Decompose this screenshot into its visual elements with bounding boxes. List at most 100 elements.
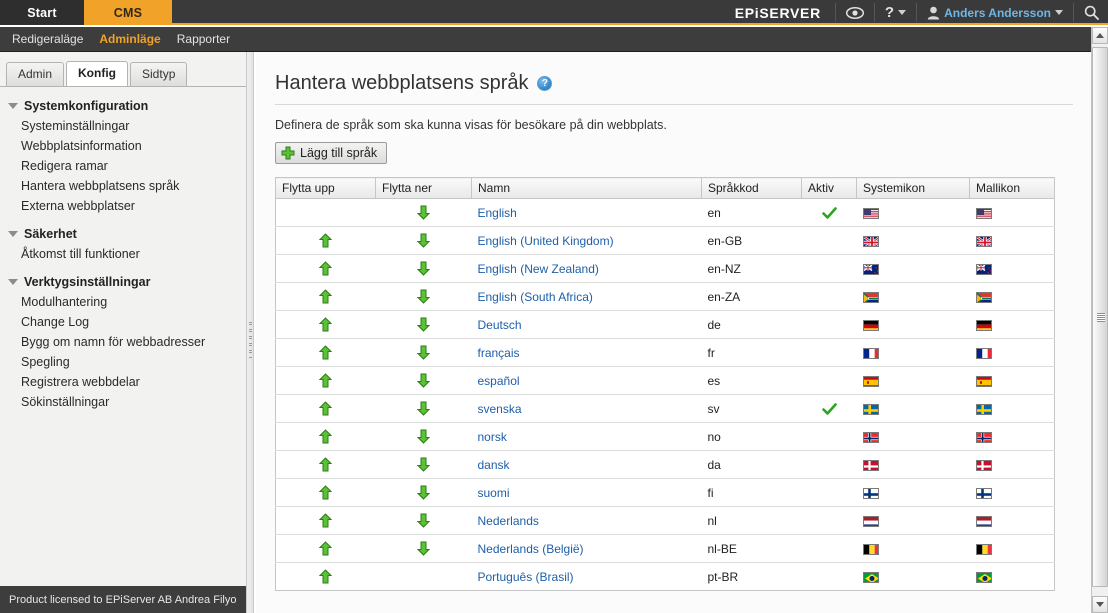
sidebar-group-sakerhet[interactable]: Säkerhet bbox=[0, 224, 246, 244]
move-down-icon[interactable] bbox=[417, 541, 430, 556]
move-down-cell[interactable] bbox=[375, 506, 472, 535]
move-up-cell[interactable] bbox=[275, 338, 376, 367]
vertical-scrollbar[interactable] bbox=[1091, 27, 1108, 613]
move-down-cell[interactable] bbox=[375, 366, 472, 395]
global-tab-start[interactable]: Start bbox=[0, 0, 84, 25]
move-down-icon[interactable] bbox=[417, 261, 430, 276]
language-link[interactable]: English (South Africa) bbox=[478, 290, 593, 304]
move-down-icon[interactable] bbox=[417, 317, 430, 332]
sidebar-item-externa-webbplatser[interactable]: Externa webbplatser bbox=[0, 196, 246, 216]
global-tab-cms[interactable]: CMS bbox=[84, 0, 172, 25]
pane-splitter[interactable] bbox=[246, 52, 254, 613]
sidebar-item-redigera-ramar[interactable]: Redigera ramar bbox=[0, 156, 246, 176]
sidebar-group-systemkonfiguration[interactable]: Systemkonfiguration bbox=[0, 96, 246, 116]
move-up-cell[interactable] bbox=[275, 366, 376, 395]
move-down-icon[interactable] bbox=[417, 233, 430, 248]
language-link[interactable]: English bbox=[478, 206, 517, 220]
menu-item-redigeralage[interactable]: Redigeraläge bbox=[4, 27, 91, 52]
sidebar-group-verktygsinstallningar[interactable]: Verktygsinställningar bbox=[0, 272, 246, 292]
sidebar-tab-konfig[interactable]: Konfig bbox=[66, 61, 129, 86]
move-down-icon[interactable] bbox=[417, 345, 430, 360]
move-up-icon[interactable] bbox=[319, 261, 333, 276]
language-link[interactable]: svenska bbox=[478, 402, 522, 416]
move-down-icon[interactable] bbox=[417, 429, 430, 444]
move-down-cell[interactable] bbox=[375, 338, 472, 367]
sidebar-item-atkomst-till-funktioner[interactable]: Åtkomst till funktioner bbox=[0, 244, 246, 264]
eye-icon-button[interactable] bbox=[837, 0, 873, 25]
help-menu-button[interactable]: ? bbox=[876, 0, 915, 25]
search-button[interactable] bbox=[1075, 0, 1108, 25]
move-down-icon[interactable] bbox=[417, 373, 430, 388]
sidebar-item-systeminstallningar[interactable]: Systeminställningar bbox=[0, 116, 246, 136]
language-link[interactable]: Nederlands (België) bbox=[478, 542, 584, 556]
move-down-icon[interactable] bbox=[417, 457, 430, 472]
move-down-cell[interactable] bbox=[375, 310, 472, 339]
move-up-icon[interactable] bbox=[319, 569, 333, 584]
move-down-cell[interactable] bbox=[375, 226, 472, 255]
move-down-cell[interactable] bbox=[375, 422, 472, 451]
sidebar-item-modulhantering[interactable]: Modulhantering bbox=[0, 292, 246, 312]
language-link[interactable]: Nederlands bbox=[478, 514, 539, 528]
move-up-cell[interactable] bbox=[275, 478, 376, 507]
move-down-icon[interactable] bbox=[417, 289, 430, 304]
move-down-icon[interactable] bbox=[417, 205, 430, 220]
sidebar-item-bygg-om-namn[interactable]: Bygg om namn för webbadresser bbox=[0, 332, 246, 352]
move-up-icon[interactable] bbox=[319, 513, 333, 528]
language-link[interactable]: English (New Zealand) bbox=[478, 262, 599, 276]
language-link[interactable]: Português (Brasil) bbox=[478, 570, 574, 584]
scroll-down-icon[interactable] bbox=[1092, 596, 1108, 613]
move-down-icon[interactable] bbox=[417, 513, 430, 528]
language-link[interactable]: norsk bbox=[478, 430, 507, 444]
move-up-cell[interactable] bbox=[275, 422, 376, 451]
sidebar-item-hantera-webbplatsens-sprak[interactable]: Hantera webbplatsens språk bbox=[0, 176, 246, 196]
move-up-icon[interactable] bbox=[319, 429, 333, 444]
move-up-cell[interactable] bbox=[275, 394, 376, 423]
sidebar-item-change-log[interactable]: Change Log bbox=[0, 312, 246, 332]
move-down-cell[interactable] bbox=[375, 198, 472, 227]
menu-item-rapporter[interactable]: Rapporter bbox=[169, 27, 238, 52]
move-up-icon[interactable] bbox=[319, 289, 333, 304]
language-link[interactable]: dansk bbox=[478, 458, 510, 472]
sidebar-item-registrera-webbdelar[interactable]: Registrera webbdelar bbox=[0, 372, 246, 392]
move-down-cell[interactable] bbox=[375, 450, 472, 479]
move-down-cell[interactable] bbox=[375, 254, 472, 283]
move-down-icon[interactable] bbox=[417, 401, 430, 416]
sidebar-tab-admin[interactable]: Admin bbox=[6, 62, 65, 86]
help-icon[interactable]: ? bbox=[537, 76, 553, 91]
move-up-icon[interactable] bbox=[319, 233, 333, 248]
scroll-up-icon[interactable] bbox=[1092, 27, 1108, 44]
move-up-cell[interactable] bbox=[275, 254, 376, 283]
language-link[interactable]: français bbox=[478, 346, 520, 360]
move-up-cell[interactable] bbox=[276, 563, 376, 591]
move-down-cell[interactable] bbox=[375, 394, 472, 423]
user-menu-button[interactable]: Anders Andersson bbox=[918, 0, 1072, 25]
sidebar-item-spegling[interactable]: Spegling bbox=[0, 352, 246, 372]
move-up-icon[interactable] bbox=[319, 401, 333, 416]
move-up-icon[interactable] bbox=[319, 485, 333, 500]
move-up-cell[interactable] bbox=[275, 310, 376, 339]
move-up-icon[interactable] bbox=[319, 457, 333, 472]
move-up-cell[interactable] bbox=[275, 226, 376, 255]
language-link[interactable]: Deutsch bbox=[478, 318, 522, 332]
move-up-icon[interactable] bbox=[319, 317, 333, 332]
move-up-cell[interactable] bbox=[275, 450, 376, 479]
scrollbar-thumb[interactable] bbox=[1092, 47, 1108, 587]
move-down-cell[interactable] bbox=[375, 534, 472, 563]
move-down-icon[interactable] bbox=[417, 485, 430, 500]
move-up-icon[interactable] bbox=[319, 373, 333, 388]
move-down-cell[interactable] bbox=[375, 282, 472, 311]
move-up-cell[interactable] bbox=[275, 534, 376, 563]
sidebar-tab-sidtyp[interactable]: Sidtyp bbox=[130, 62, 188, 86]
sidebar-item-sokinstallningar[interactable]: Sökinställningar bbox=[0, 392, 246, 412]
add-language-button[interactable]: Lägg till språk bbox=[275, 142, 388, 164]
sidebar-item-webbplatsinformation[interactable]: Webbplatsinformation bbox=[0, 136, 246, 156]
move-up-icon[interactable] bbox=[319, 541, 333, 556]
language-link[interactable]: español bbox=[478, 374, 520, 388]
move-up-cell[interactable] bbox=[275, 282, 376, 311]
move-down-cell[interactable] bbox=[375, 478, 472, 507]
language-link[interactable]: English (United Kingdom) bbox=[478, 234, 614, 248]
language-link[interactable]: suomi bbox=[478, 486, 510, 500]
move-up-cell[interactable] bbox=[275, 506, 376, 535]
menu-item-adminlage[interactable]: Adminläge bbox=[91, 27, 168, 52]
move-up-icon[interactable] bbox=[319, 345, 333, 360]
